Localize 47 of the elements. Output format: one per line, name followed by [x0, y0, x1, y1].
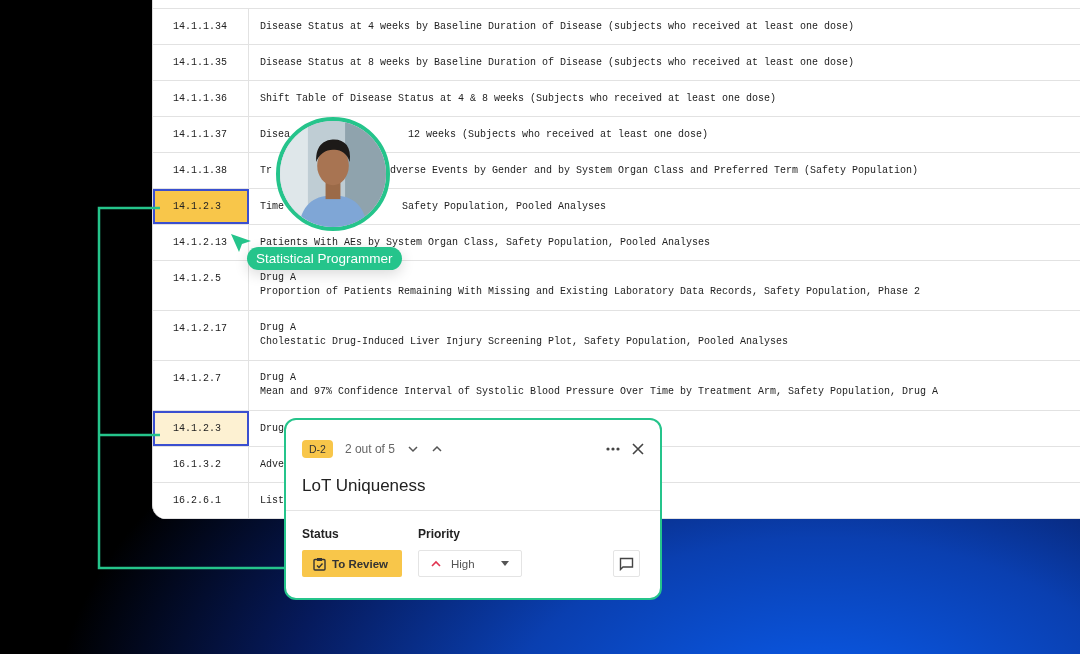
id-badge: D-2	[302, 440, 333, 458]
title-text: Disease Status at 8 weeks by Baseline Duration of Disease (subjects who received at least one dose)	[260, 57, 855, 68]
caret-up-icon	[431, 560, 441, 567]
title-text: Drug A	[260, 322, 296, 333]
id-cell: 14.1.1.36	[153, 81, 249, 116]
id-cell: 14.1.2.17	[153, 311, 249, 360]
id-cell: 14.1.2.3	[153, 411, 249, 446]
title-text: Safety Population, Pooled Analyses	[402, 201, 607, 212]
close-icon[interactable]	[632, 443, 644, 455]
pointer-icon	[230, 233, 252, 253]
role-label: Statistical Programmer	[247, 247, 402, 270]
comment-icon	[619, 556, 634, 571]
field-label: Priority	[418, 527, 461, 541]
title-text: Drug	[260, 423, 284, 434]
title-text: Disea	[260, 129, 290, 140]
title-text: Drug A	[260, 372, 296, 383]
id-cell: 16.2.6.1	[153, 483, 249, 518]
chevron-down-icon[interactable]	[406, 443, 419, 455]
clipboard-check-icon	[313, 556, 326, 571]
id-cell: 16.1.3.2	[153, 447, 249, 482]
priority-select[interactable]: High	[418, 550, 522, 577]
title-text: Tr	[260, 165, 272, 176]
title-text: Drug A	[260, 272, 296, 283]
dropdown-icon	[501, 561, 509, 566]
title-text: Adve	[260, 459, 284, 470]
card-title: LoT Uniqueness	[301, 475, 427, 497]
more-icon[interactable]	[606, 447, 620, 451]
id-cell: 14.1.2.3	[153, 189, 249, 224]
comment-button[interactable]	[613, 550, 640, 577]
id-cell: 14.1.1.37	[153, 117, 249, 152]
id-cell: 14.1.1.34	[153, 9, 249, 44]
title-text: Proportion of Patients Remaining With Missing and Existing Laboratory Data Records, Safety Population, Phase 2	[260, 286, 921, 297]
title-text: List	[260, 495, 284, 506]
status-button[interactable]: To Review	[302, 550, 402, 577]
title-text: Patients With AEs by System Organ Class, Safety Population, Pooled Analyses	[260, 237, 711, 248]
field-label: Status	[302, 527, 340, 541]
title-text: Mean and 97% Confidence Interval of Systolic Blood Pressure Over Time by Treatment Arm, Safety Population, Drug A	[260, 386, 939, 397]
title-text: dverse Events by Gender and by System Organ Class and Preferred Term (Safety Population)	[390, 165, 919, 176]
title-text: Cholestatic Drug-Induced Liver Injury Screening Plot, Safety Population, Pooled Analyses	[260, 336, 789, 347]
id-cell: 14.1.1.35	[153, 45, 249, 80]
title-text: 12 weeks (Subjects who received at least one dose)	[408, 129, 709, 140]
title-text: Disease Status at 4 weeks by Baseline Duration of Disease (subjects who received at least one dose)	[260, 21, 855, 32]
counter-text: 2 out of 5	[344, 442, 395, 456]
title-text: Shift Table of Disease Status at 4 & 8 weeks (Subjects who received at least one dose)	[260, 93, 777, 104]
id-cell: 14.1.1.38	[153, 153, 249, 188]
title-text: Time	[260, 201, 284, 212]
id-cell: 14.1.2.7	[153, 361, 249, 410]
